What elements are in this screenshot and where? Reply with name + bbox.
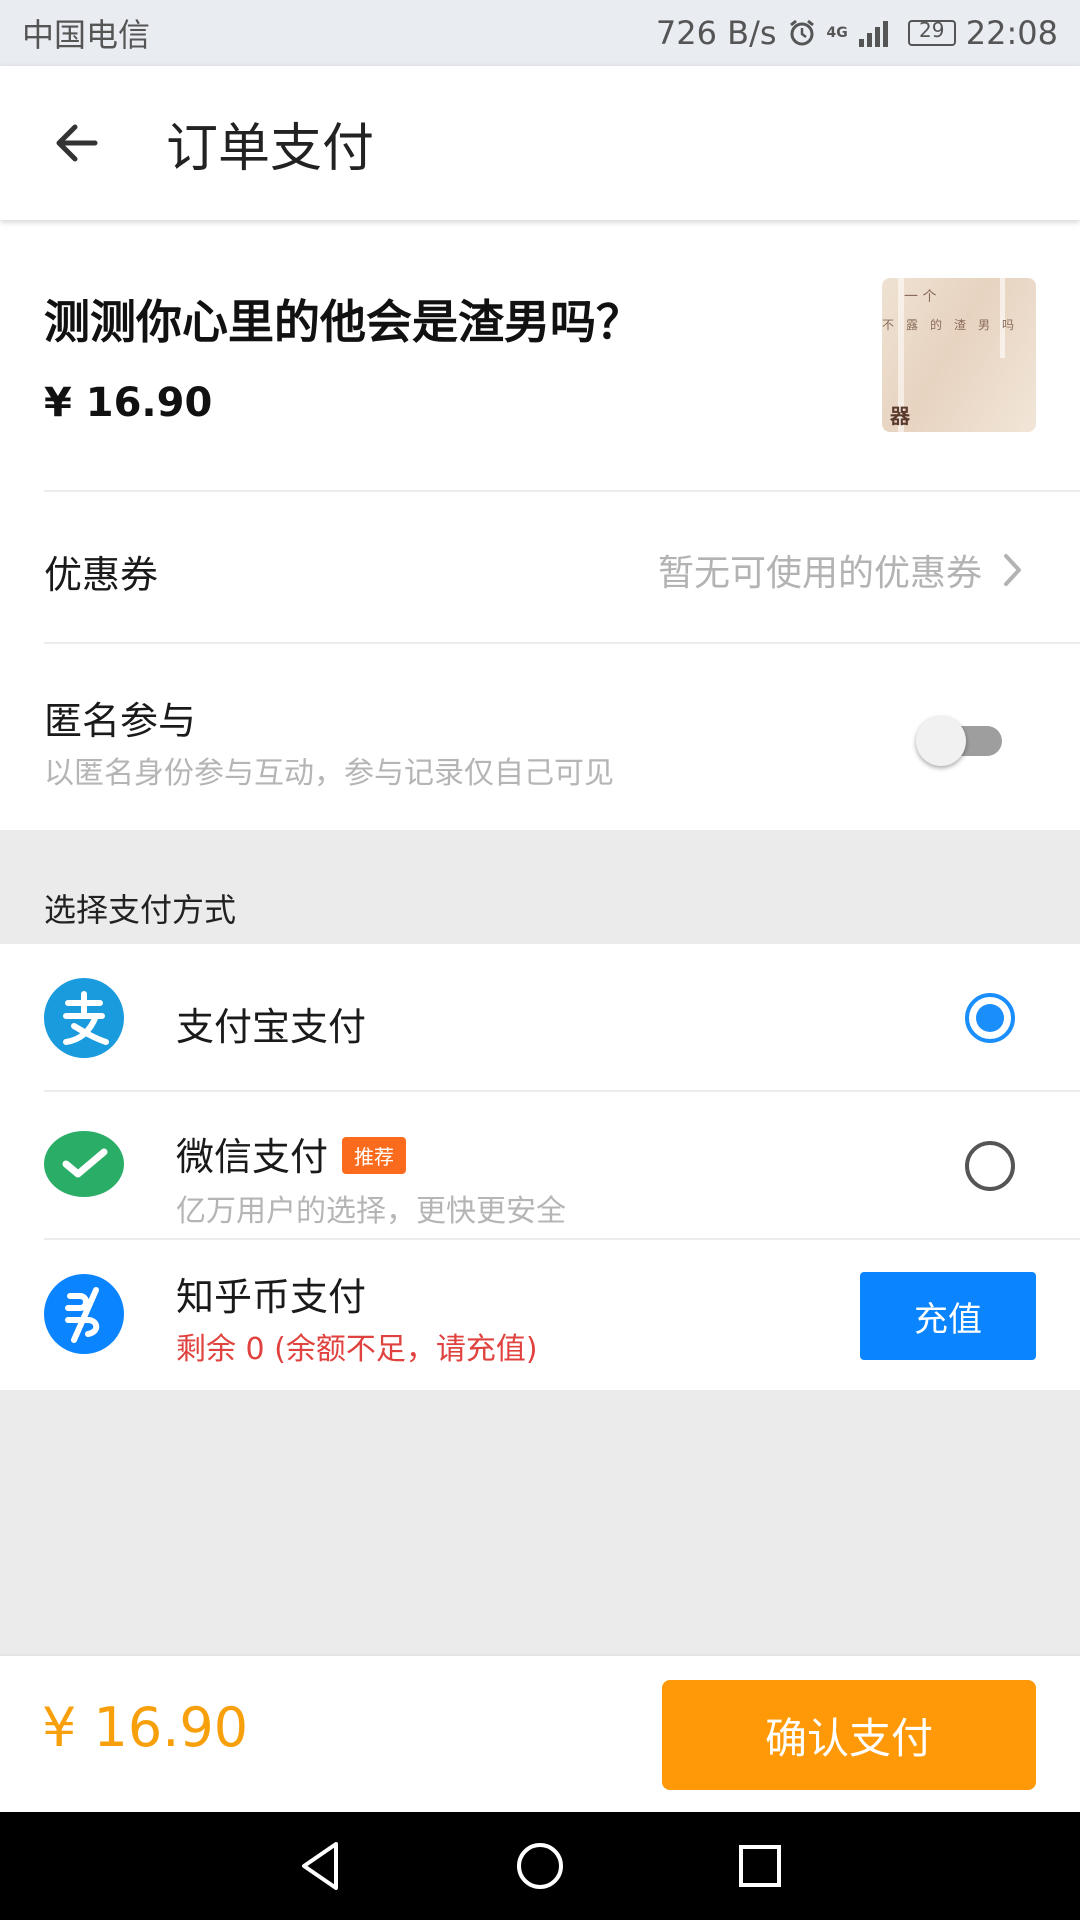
status-bar: 中国电信 726 B/s 4G 29 22:08 <box>0 0 1080 66</box>
radio-selected-icon[interactable] <box>964 992 1016 1044</box>
alipay-icon <box>44 978 124 1058</box>
product-thumbnail: 一 个 不露的渣男吗 器 <box>882 278 1036 432</box>
zhihu-coin-balance: 剩余 0 (余额不足，请充值) <box>176 1332 538 1367</box>
product-card: 测测你心里的他会是渣男吗？ ¥ 16.90 一 个 不露的渣男吗 器 <box>0 220 1080 492</box>
coupon-value: 暂无可使用的优惠券 <box>658 544 1024 596</box>
zhihu-coin-label: 知乎币支付 <box>176 1275 367 1319</box>
payment-option-wechat[interactable]: 微信支付 推荐 亿万用户的选择，更快更安全 <box>0 1092 1080 1240</box>
page-title: 订单支付 <box>166 118 375 179</box>
back-arrow-icon <box>56 124 98 162</box>
toggle-knob <box>916 716 966 766</box>
payment-option-alipay[interactable]: 支付宝支付 <box>0 944 1080 1092</box>
checkout-bar: ¥ 16.90 确认支付 <box>0 1656 1080 1812</box>
status-icons: 726 B/s 4G 29 22:08 <box>656 14 1058 52</box>
anonymous-description: 以匿名身份参与互动，参与记录仅自己可见 <box>44 756 614 791</box>
recommend-badge: 推荐 <box>342 1137 407 1174</box>
nav-recents-icon[interactable] <box>730 1836 790 1896</box>
signal-icon <box>858 21 888 47</box>
carrier-label: 中国电信 <box>22 16 151 54</box>
battery-level: 29 <box>919 18 945 42</box>
network-type: 4G <box>826 25 848 41</box>
wechat-label: 微信支付 推荐 <box>176 1126 407 1181</box>
coupon-value-text: 暂无可使用的优惠券 <box>657 553 982 594</box>
product-title: 测测你心里的他会是渣男吗？ <box>44 295 642 349</box>
nav-home-icon[interactable] <box>510 1836 570 1896</box>
back-button[interactable] <box>36 103 116 183</box>
nav-back-icon[interactable] <box>292 1836 352 1896</box>
chevron-right-icon <box>1004 554 1021 586</box>
alipay-label: 支付宝支付 <box>176 1005 367 1049</box>
payment-methods: 支付宝支付 微信支付 推荐 亿万用户的选择，更快更安全 知乎币支付 剩余 0 (… <box>0 944 1080 1390</box>
clock: 22:08 <box>965 14 1058 52</box>
anonymous-toggle[interactable] <box>916 712 1006 768</box>
thumbnail-text: 器 <box>890 404 910 428</box>
radio-unselected-icon[interactable] <box>964 1140 1016 1192</box>
wechat-description: 亿万用户的选择，更快更安全 <box>176 1194 566 1229</box>
confirm-pay-button[interactable]: 确认支付 <box>662 1680 1036 1790</box>
anonymous-label: 匿名参与 <box>44 699 197 743</box>
alarm-icon <box>789 19 814 46</box>
thumbnail-text: 一 个 <box>904 289 937 305</box>
app-bar: 订单支付 <box>0 66 1080 220</box>
thumbnail-text: 不露的渣男吗 <box>882 318 1027 332</box>
payment-section-label: 选择支付方式 <box>44 891 237 929</box>
net-speed: 726 B/s <box>655 14 777 52</box>
anonymous-row: 匿名参与 以匿名身份参与互动，参与记录仅自己可见 <box>0 644 1080 830</box>
coupon-row[interactable]: 优惠券 暂无可使用的优惠券 <box>0 492 1080 644</box>
total-price: ¥ 16.90 <box>42 1696 249 1759</box>
battery-icon: 29 <box>907 18 956 46</box>
wechat-name: 微信支付 <box>176 1135 329 1179</box>
payment-option-zhihu-coin[interactable]: 知乎币支付 剩余 0 (余额不足，请充值) 充值 <box>0 1240 1080 1388</box>
coupon-label: 优惠券 <box>44 553 159 597</box>
wechat-pay-icon <box>44 1131 124 1197</box>
product-price: ¥ 16.90 <box>44 380 213 426</box>
zhihu-coin-icon <box>44 1274 124 1354</box>
recharge-button[interactable]: 充值 <box>860 1272 1036 1360</box>
system-nav-bar <box>0 1812 1080 1920</box>
